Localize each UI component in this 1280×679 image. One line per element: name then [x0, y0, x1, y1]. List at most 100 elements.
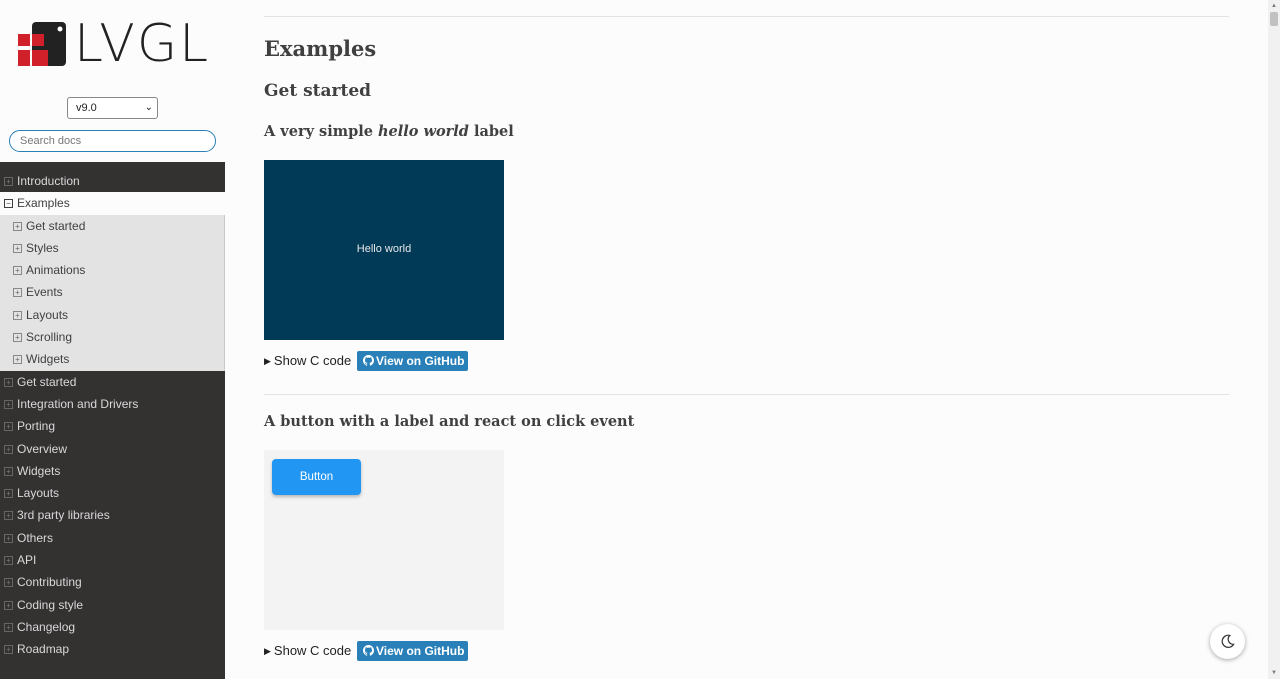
sidebar-item-changelog[interactable]: + Changelog [0, 616, 225, 638]
scroll-up-icon[interactable]: ▲ [1271, 3, 1277, 9]
sidebar-item-label: Changelog [17, 619, 76, 634]
view-on-github-button[interactable]: View on GitHub [357, 641, 468, 661]
sidebar-subitem-widgets[interactable]: + Widgets [0, 348, 225, 371]
expand-icon: + [4, 422, 13, 432]
version-value: v9.0 [76, 102, 97, 114]
sidebar-item-introduction[interactable]: + Introduction [0, 170, 225, 192]
expand-icon: + [4, 578, 13, 588]
caret-right-icon: ▶ [264, 356, 271, 366]
sidebar-item-get-started[interactable]: + Get started [0, 371, 225, 393]
sidebar-item-coding-style[interactable]: + Coding style [0, 594, 225, 616]
expand-icon: + [4, 533, 13, 543]
sidebar-item-label: Porting [17, 419, 56, 434]
demo-button[interactable]: Button [272, 459, 361, 495]
sidebar-item-overview[interactable]: + Overview [0, 438, 225, 460]
sidebar-item-label: Animations [26, 263, 86, 278]
sidebar-subitem-animations[interactable]: + Animations [0, 259, 225, 282]
sidebar-item-integration[interactable]: + Integration and Drivers [0, 393, 225, 415]
sidebar-item-label: Others [17, 530, 54, 545]
sidebar-item-label: Get started [26, 218, 86, 233]
scroll-down-icon[interactable]: ▼ [1271, 670, 1277, 676]
sidebar-item-label: Layouts [26, 307, 69, 322]
sidebar-subitem-scrolling[interactable]: + Scrolling [0, 326, 225, 349]
sidebar-item-label: Overview [17, 441, 68, 456]
expand-icon: + [13, 221, 22, 231]
version-select[interactable]: v9.0 ⌄ [67, 97, 158, 119]
github-label: View on GitHub [376, 644, 465, 658]
sidebar-item-layouts[interactable]: + Layouts [0, 482, 225, 504]
page-title: Examples [264, 36, 377, 61]
main-content: Examples Get started A very simple hello… [225, 0, 1268, 679]
sidebar-item-label: Layouts [17, 486, 60, 501]
collapse-icon: − [4, 199, 13, 209]
sidebar-subitem-styles[interactable]: + Styles [0, 236, 225, 260]
hello-world-label: Hello world [356, 243, 412, 255]
logo-icon [18, 22, 66, 66]
sidebar-subitems: + Get started + Styles + Animations + Events… [0, 214, 225, 371]
show-code-label: Show C code [273, 643, 352, 658]
section-title: Get started [264, 81, 372, 101]
expand-icon: + [4, 177, 13, 186]
sidebar-item-label: Examples [17, 196, 70, 211]
sidebar-item-examples[interactable]: − Examples [0, 192, 225, 215]
sidebar-subitem-events[interactable]: + Events [0, 281, 225, 304]
sidebar-subitem-get-started[interactable]: + Get started [0, 214, 225, 237]
expand-icon: + [4, 399, 13, 409]
example2-demo: Button [264, 450, 504, 630]
sidebar-header: LVGL v9.0 ⌄ Search docs [0, 0, 225, 162]
divider [264, 16, 1229, 17]
sidebar-item-label: Coding style [17, 597, 84, 612]
sidebar-item-label: Roadmap [17, 642, 70, 657]
sidebar-subitem-layouts[interactable]: + Layouts [0, 303, 225, 327]
example2-title: A button with a label and react on click… [264, 413, 635, 430]
sidebar-item-widgets[interactable]: + Widgets [0, 460, 225, 482]
caret-right-icon: ▶ [264, 646, 271, 656]
expand-icon: + [13, 310, 22, 320]
example1-title-em: hello world [378, 123, 469, 140]
lvgl-logo[interactable]: LVGL [18, 14, 208, 74]
sidebar-item-label: Introduction [17, 174, 80, 188]
sidebar-item-label: Get started [17, 374, 77, 389]
sidebar-item-label: Contributing [17, 575, 82, 590]
chevron-down-icon: ⌄ [144, 102, 153, 113]
sidebar-item-3rd-party[interactable]: +3rd party libraries [0, 504, 225, 526]
github-icon [363, 355, 374, 366]
show-c-code-toggle[interactable]: ▶ Show C code [264, 353, 351, 368]
view-on-github-button[interactable]: View on GitHub [357, 351, 468, 371]
sidebar-item-api[interactable]: + API [0, 549, 225, 571]
expand-icon: + [13, 243, 22, 253]
github-label: View on GitHub [376, 354, 465, 368]
sidebar-item-label: Events [26, 285, 63, 300]
sidebar: LVGL v9.0 ⌄ Search docs + Introduction − E… [0, 0, 225, 679]
show-c-code-toggle[interactable]: ▶ Show C code [264, 643, 351, 658]
expand-icon: + [4, 511, 13, 521]
sidebar-item-porting[interactable]: + Porting [0, 415, 225, 437]
nav-menu: + Introduction − Examples + Get started + St… [0, 170, 225, 661]
expand-icon: + [4, 645, 13, 655]
show-code-label: Show C code [273, 353, 352, 368]
scrollbar[interactable]: ▲ ▼ [1268, 0, 1280, 679]
sidebar-item-label: API [17, 553, 37, 568]
moon-icon [1221, 634, 1235, 648]
sidebar-item-label: Widgets [17, 463, 61, 478]
example1-title-post: label [468, 123, 514, 140]
sidebar-item-label: 3rd party libraries [17, 508, 110, 523]
github-icon [363, 645, 374, 656]
sidebar-item-label: Styles [26, 240, 59, 255]
example1-title-pre: A very simple [264, 123, 378, 140]
expand-icon: + [4, 377, 13, 387]
sidebar-item-label: Widgets [26, 352, 70, 367]
sidebar-item-roadmap[interactable]: + Roadmap [0, 638, 225, 660]
expand-icon: + [13, 288, 22, 298]
search-input[interactable]: Search docs [9, 130, 216, 152]
expand-icon: + [13, 333, 22, 343]
example1-title: A very simple hello world label [264, 123, 514, 140]
example1-demo[interactable]: Hello world [264, 160, 504, 340]
divider [264, 394, 1229, 395]
sidebar-item-contributing[interactable]: + Contributing [0, 571, 225, 593]
expand-icon: + [4, 489, 13, 499]
scrollbar-thumb[interactable] [1270, 12, 1278, 26]
sidebar-item-others[interactable]: + Others [0, 527, 225, 549]
logo-text: LVGL [74, 14, 211, 74]
dark-mode-toggle[interactable] [1210, 624, 1245, 659]
